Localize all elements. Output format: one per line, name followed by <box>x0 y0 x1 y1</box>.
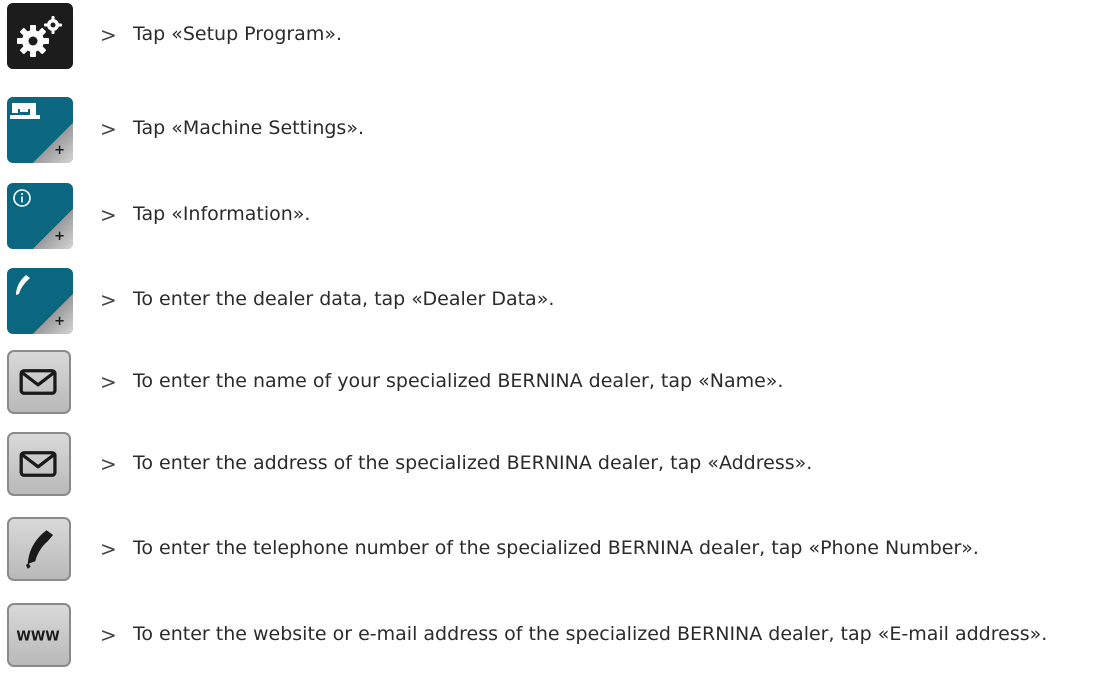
step-text: Tap «Machine Settings». <box>133 117 364 139</box>
www-icon: WWW <box>16 630 60 645</box>
plus-icon: + <box>54 229 65 244</box>
step-marker: > <box>100 23 117 47</box>
step-marker: > <box>100 537 117 561</box>
step-row-setup-program: > Tap «Setup Program». <box>0 3 1113 69</box>
phone-icon <box>25 530 54 569</box>
name-button[interactable] <box>7 350 71 414</box>
step-text: Tap «Information». <box>133 203 311 225</box>
dealer-data-button[interactable]: + <box>7 268 73 334</box>
step-row-email-address: WWW > To enter the website or e-mail add… <box>0 603 1113 669</box>
step-marker: > <box>100 623 117 647</box>
step-marker: > <box>100 288 117 312</box>
step-marker: > <box>100 370 117 394</box>
gear-icon <box>17 16 62 57</box>
www-label: WWW <box>16 630 60 645</box>
step-text: To enter the telephone number of the spe… <box>133 537 979 559</box>
plus-icon: + <box>54 143 65 158</box>
information-button[interactable]: + <box>7 183 73 249</box>
phone-number-button[interactable] <box>7 517 71 581</box>
step-text: To enter the address of the specialized … <box>133 452 813 474</box>
machine-settings-button[interactable]: + <box>7 97 73 163</box>
expand-corner <box>33 123 73 163</box>
envelope-icon <box>19 369 57 395</box>
step-marker: > <box>100 203 117 227</box>
email-address-button[interactable]: WWW <box>7 603 71 667</box>
expand-corner <box>33 294 73 334</box>
step-text: To enter the dealer data, tap «Dealer Da… <box>133 288 555 310</box>
step-marker: > <box>100 117 117 141</box>
address-button[interactable] <box>7 432 71 496</box>
step-text: Tap «Setup Program». <box>133 23 342 45</box>
step-text: To enter the website or e-mail address o… <box>133 623 1048 645</box>
plus-icon: + <box>54 314 65 329</box>
step-row-name: > To enter the name of your specialized … <box>0 350 1113 416</box>
expand-corner <box>33 209 73 249</box>
step-row-machine-settings: + > Tap «Machine Settings». <box>0 97 1113 163</box>
step-row-information: + > Tap «Information». <box>0 183 1113 249</box>
step-marker: > <box>100 452 117 476</box>
step-text: To enter the name of your specialized BE… <box>133 370 784 392</box>
step-row-phone-number: > To enter the telephone number of the s… <box>0 517 1113 583</box>
setup-program-button[interactable] <box>7 3 73 69</box>
envelope-icon <box>19 451 57 477</box>
step-row-address: > To enter the address of the specialize… <box>0 432 1113 498</box>
step-row-dealer-data: + > To enter the dealer data, tap «Deale… <box>0 268 1113 334</box>
